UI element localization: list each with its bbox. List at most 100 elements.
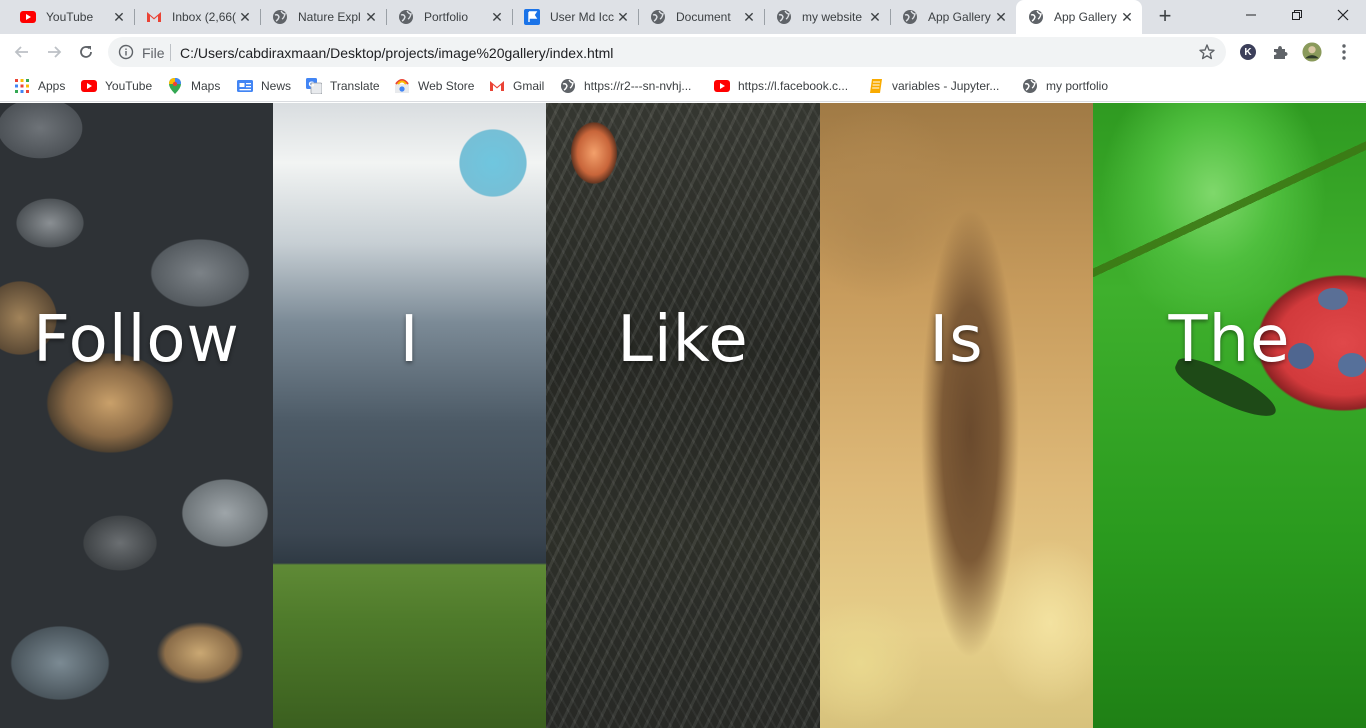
maps-pin-icon xyxy=(167,78,183,94)
bookmark-my-portfolio[interactable]: my portfolio xyxy=(1022,75,1108,97)
info-icon[interactable] xyxy=(118,44,134,60)
globe-icon xyxy=(902,9,918,25)
tab-title: YouTube xyxy=(46,10,94,24)
tab-youtube[interactable]: YouTube ✕ xyxy=(0,0,134,34)
forward-button[interactable] xyxy=(42,40,66,64)
gmail-icon xyxy=(146,9,162,25)
close-icon[interactable]: ✕ xyxy=(1120,10,1134,24)
tab-title: Inbox (2,66( xyxy=(172,10,237,24)
youtube-icon xyxy=(20,9,36,25)
tab-title: Portfolio xyxy=(424,10,469,24)
bookmark-news[interactable]: News xyxy=(237,75,291,97)
close-icon xyxy=(1337,9,1349,21)
globe-icon xyxy=(650,9,666,25)
panel-caption: The xyxy=(1168,303,1291,377)
close-icon[interactable]: ✕ xyxy=(238,10,252,24)
tab-title: Nature Expl xyxy=(298,10,361,24)
close-icon[interactable]: ✕ xyxy=(868,10,882,24)
globe-icon xyxy=(1028,9,1044,25)
gmail-icon xyxy=(489,78,505,94)
close-icon[interactable]: ✕ xyxy=(112,10,126,24)
bookmark-youtube[interactable]: YouTube xyxy=(81,75,152,97)
restore-button[interactable] xyxy=(1274,0,1320,30)
bookmark-web-store[interactable]: Web Store xyxy=(394,75,474,97)
menu-button[interactable] xyxy=(1334,42,1354,62)
bookmark-label: variables - Jupyter... xyxy=(892,79,1000,93)
address-bar[interactable]: File C:/Users/cabdiraxmaan/Desktop/proje… xyxy=(108,37,1226,67)
tab-app-gallery[interactable]: App Gallery ✕ xyxy=(882,0,1016,34)
panel-caption: Is xyxy=(929,303,984,377)
bookmark-label: YouTube xyxy=(105,79,153,93)
bookmark-label: my portfolio xyxy=(1046,79,1109,93)
arrow-left-icon xyxy=(14,46,28,58)
panel-caption: Follow xyxy=(33,303,240,377)
close-icon[interactable]: ✕ xyxy=(616,10,630,24)
reload-button[interactable] xyxy=(74,40,98,64)
avatar-button[interactable] xyxy=(1302,42,1322,62)
tab-portfolio[interactable]: Portfolio ✕ xyxy=(378,0,512,34)
arrow-right-icon xyxy=(48,46,62,58)
back-button[interactable] xyxy=(10,40,34,64)
bookmark-gmail[interactable]: Gmail xyxy=(489,75,544,97)
url-text[interactable]: C:/Users/cabdiraxmaan/Desktop/projects/i… xyxy=(180,45,613,61)
tab-strip: YouTube ✕ Inbox (2,66( ✕ Nature Expl ✕ P… xyxy=(0,0,1366,34)
apps-grid-icon xyxy=(14,78,30,94)
tab-title: App Gallery xyxy=(1054,10,1117,24)
bookmark-apps[interactable]: Apps xyxy=(14,75,65,97)
tab-user-md-icon[interactable]: User Md Icc ✕ xyxy=(504,0,638,34)
tab-title: User Md Icc xyxy=(550,10,615,24)
youtube-icon xyxy=(81,78,97,94)
scheme-label: File xyxy=(142,45,165,61)
tab-app-gallery-active[interactable]: App Gallery ✕ xyxy=(1016,0,1142,34)
puzzle-icon xyxy=(1274,46,1288,59)
tab-title: Document xyxy=(676,10,731,24)
gallery-panel-autumn[interactable]: Is xyxy=(820,103,1093,728)
gallery-panel-ladybug[interactable]: The xyxy=(1093,103,1366,728)
close-icon[interactable]: ✕ xyxy=(364,10,378,24)
globe-icon xyxy=(272,9,288,25)
bookmark-label: Maps xyxy=(191,79,221,93)
bookmark-facebook-link[interactable]: https://l.facebook.c... xyxy=(714,75,848,97)
browser-toolbar: File C:/Users/cabdiraxmaan/Desktop/proje… xyxy=(0,34,1366,70)
close-window-button[interactable] xyxy=(1320,0,1366,30)
news-icon xyxy=(237,78,253,94)
tab-title: App Gallery xyxy=(928,10,991,24)
panel-caption: I xyxy=(399,303,420,377)
close-icon[interactable]: ✕ xyxy=(490,10,504,24)
tab-my-website[interactable]: my website ✕ xyxy=(756,0,890,34)
bookmarks-bar: Apps YouTube Maps News G Translate Web S… xyxy=(0,70,1366,102)
tab-inbox[interactable]: Inbox (2,66( ✕ xyxy=(126,0,260,34)
tab-nature-explorer[interactable]: Nature Expl ✕ xyxy=(252,0,386,34)
panel-caption: Like xyxy=(617,303,749,377)
bookmark-label: https://l.facebook.c... xyxy=(738,79,849,93)
extensions-button[interactable] xyxy=(1270,42,1290,62)
close-icon[interactable]: ✕ xyxy=(994,10,1008,24)
bookmark-label: Web Store xyxy=(418,79,475,93)
globe-icon xyxy=(1022,78,1038,94)
bookmark-label: Apps xyxy=(38,79,66,93)
kebab-menu-icon xyxy=(1342,44,1346,60)
translate-icon: G xyxy=(306,78,322,94)
profile-extension-button[interactable]: K xyxy=(1238,42,1258,62)
close-icon[interactable]: ✕ xyxy=(742,10,756,24)
gallery-panel-pebbles[interactable]: Follow xyxy=(0,103,273,728)
gallery-panel-bark[interactable]: Like xyxy=(546,103,820,728)
minimize-icon xyxy=(1246,14,1256,16)
gallery-panel-sky[interactable]: I xyxy=(273,103,546,728)
bookmark-translate[interactable]: G Translate xyxy=(306,75,380,97)
bookmark-r2-link[interactable]: https://r2---sn-nvhj... xyxy=(560,75,691,97)
omnibox-divider xyxy=(170,44,171,61)
new-tab-button[interactable]: + xyxy=(1154,5,1176,28)
globe-icon xyxy=(560,78,576,94)
bookmark-star-icon[interactable] xyxy=(1198,43,1216,61)
svg-text:G: G xyxy=(309,81,315,89)
bookmark-maps[interactable]: Maps xyxy=(167,75,220,97)
globe-icon xyxy=(776,9,792,25)
minimize-button[interactable] xyxy=(1228,0,1274,30)
tab-document[interactable]: Document ✕ xyxy=(630,0,764,34)
tab-title: my website xyxy=(802,10,863,24)
webstore-icon xyxy=(394,78,410,94)
bookmark-label: Gmail xyxy=(513,79,545,93)
bookmark-jupyter[interactable]: variables - Jupyter... xyxy=(868,75,999,97)
flag-icon xyxy=(524,9,540,25)
